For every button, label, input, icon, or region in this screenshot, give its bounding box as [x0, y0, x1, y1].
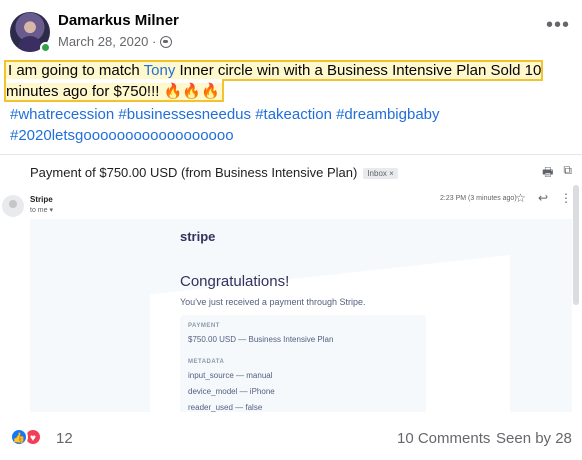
open-new-window-icon: ⧉ — [563, 163, 572, 177]
mention-link[interactable]: Tony — [144, 62, 176, 79]
online-status-indicator — [40, 42, 51, 53]
comments-count-link[interactable]: 10 Comments — [397, 430, 490, 447]
more-vertical-icon: ⋮ — [560, 191, 572, 205]
email-actions: 🖶 ⧉ — [542, 163, 572, 184]
hashtag-link[interactable]: #dreambigbaby — [336, 106, 439, 123]
email-sender: Stripe — [30, 195, 53, 204]
hashtag-list: #whatrecession #businessesneedus #takeac… — [10, 104, 570, 146]
email-time: 2:23 PM (3 minutes ago) — [440, 195, 517, 202]
attached-screenshot[interactable]: Payment of $750.00 USD (from Business In… — [0, 154, 582, 412]
inbox-label: Inbox × — [363, 168, 398, 180]
payment-info-box: PAYMENT $750.00 USD — Business Intensive… — [180, 315, 426, 412]
email-heading: Congratulations! — [180, 273, 290, 290]
globe-icon — [160, 35, 173, 48]
metadata-item: reader_used — false — [188, 403, 263, 412]
star-icon: ☆ — [515, 191, 526, 205]
post-header: Damarkus Milner March 28, 2020 · ••• — [10, 10, 572, 56]
hashtag-link[interactable]: #whatrecession — [10, 106, 114, 123]
hashtag-link[interactable]: #2020letsgoooooooooooooooooo — [10, 127, 234, 144]
like-reaction-icon[interactable]: 👍 — [10, 428, 28, 446]
payment-value: $750.00 USD — Business Intensive Plan — [188, 335, 334, 344]
metadata-label: METADATA — [188, 359, 225, 365]
post-body: I am going to match Tony Inner circle wi… — [3, 60, 546, 102]
email-body: stripe Congratulations! You've just rece… — [30, 219, 572, 412]
stripe-logo: stripe — [180, 229, 216, 244]
print-icon: 🖶 — [542, 165, 554, 179]
post-date[interactable]: March 28, 2020 · — [58, 34, 156, 49]
sender-avatar — [2, 195, 24, 217]
email-subject-text: Payment of $750.00 USD (from Business In… — [30, 165, 358, 180]
post-meta: March 28, 2020 · — [58, 34, 173, 49]
more-horizontal-icon: ••• — [545, 14, 570, 36]
metadata-item: input_source — manual — [188, 371, 273, 380]
hashtag-link[interactable]: #businessesneedus — [118, 106, 251, 123]
post-text-before: I am going to match — [8, 62, 144, 79]
metadata-item: device_model — iPhone — [188, 387, 275, 396]
more-options-button[interactable]: ••• — [546, 14, 570, 37]
email-recipient: to me ▾ — [30, 207, 53, 214]
email-subject: Payment of $750.00 USD (from Business In… — [30, 165, 398, 180]
reaction-count[interactable]: 12 — [56, 430, 73, 447]
highlighted-text: I am going to match Tony Inner circle wi… — [3, 60, 544, 102]
email-row-icons: ☆ ↩ ⋮ — [515, 191, 572, 205]
reply-icon: ↩ — [537, 191, 548, 205]
post-footer: 👍 ♥ 12 10 Comments Seen by 28 — [10, 420, 572, 450]
seen-by-link[interactable]: Seen by 28 — [496, 430, 572, 447]
payment-label: PAYMENT — [188, 323, 220, 329]
scrollbar — [572, 185, 580, 385]
author-name[interactable]: Damarkus Milner — [58, 12, 179, 29]
email-subtext: You've just received a payment through S… — [180, 297, 366, 307]
hashtag-link[interactable]: #takeaction — [255, 106, 332, 123]
